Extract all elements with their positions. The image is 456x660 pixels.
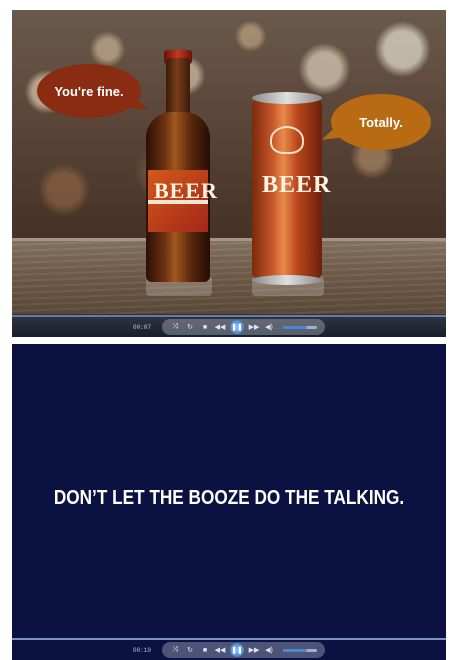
previous-icon[interactable]: ◀◀ [215,645,226,655]
shuffle-icon[interactable]: ⤨ [170,322,180,332]
player-controls-pill: ⤨ ↻ ■ ◀◀ ❚❚ ▶▶ ◀) [162,319,325,335]
mute-icon[interactable]: ◀) [264,645,274,655]
can-base [252,275,322,285]
volume-level [283,325,307,329]
wooden-table [12,238,446,314]
video-frame-beer-scene: BEER BEER You're fine. Totally. 00:07 ⤨ … [12,10,446,337]
next-icon[interactable]: ▶▶ [249,645,260,655]
volume-level [283,648,307,652]
pause-icon[interactable]: ❚❚ [230,320,244,334]
mute-icon[interactable]: ◀) [264,322,274,332]
can-lid [252,92,322,104]
video-frame-slogan: DON’T LET THE BOOZE DO THE TALKING. 00:1… [12,344,446,660]
speech-bubble-bottle-text: You're fine. [54,83,124,99]
player-controls: 00:07 ⤨ ↻ ■ ◀◀ ❚❚ ▶▶ ◀) [12,317,446,337]
speech-bubble-can-text: Totally. [359,114,403,130]
shuffle-icon[interactable]: ⤨ [170,645,180,655]
repeat-icon[interactable]: ↻ [185,645,195,655]
slogan-text: DON’T LET THE BOOZE DO THE TALKING. [53,487,405,509]
volume-slider[interactable] [283,325,317,329]
hop-icon [270,126,304,154]
pause-icon[interactable]: ❚❚ [230,643,244,657]
bottle-neck [166,58,190,116]
can-label-text: BEER [262,172,332,198]
next-icon[interactable]: ▶▶ [249,322,260,332]
repeat-icon[interactable]: ↻ [185,322,195,332]
previous-icon[interactable]: ◀◀ [215,322,226,332]
volume-slider[interactable] [283,648,317,652]
player-controls: 00:10 ⤨ ↻ ■ ◀◀ ❚❚ ▶▶ ◀) [12,640,446,660]
speech-bubble-bottle: You're fine. [37,64,141,118]
beer-bottle: BEER [146,50,217,282]
stop-icon[interactable]: ■ [200,322,210,332]
beer-can: BEER [252,92,330,285]
timecode: 00:07 [132,323,151,331]
bottle-label-text: BEER [154,178,218,203]
stop-icon[interactable]: ■ [200,645,210,655]
player-controls-pill: ⤨ ↻ ■ ◀◀ ❚❚ ▶▶ ◀) [162,642,325,658]
timecode: 00:10 [132,646,151,654]
speech-bubble-can: Totally. [331,94,431,150]
table-edge [12,238,446,241]
